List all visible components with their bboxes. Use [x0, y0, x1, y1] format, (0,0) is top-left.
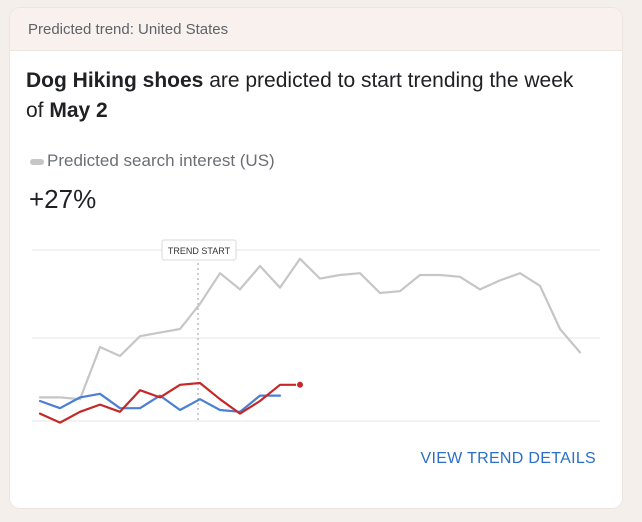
- series-end-point: [296, 380, 304, 389]
- legend-label: Predicted search interest (US): [47, 151, 275, 170]
- headline: Dog Hiking shoes are predicted to start …: [26, 66, 596, 126]
- change-value: +27%: [29, 184, 97, 214]
- series-line-2: [38, 257, 582, 401]
- legend-swatch: [30, 159, 44, 165]
- chart-legend: Predicted search interest (US): [30, 151, 275, 171]
- card-header: Predicted trend: United States: [10, 8, 622, 51]
- trend-card: Predicted trend: United States Dog Hikin…: [10, 8, 622, 508]
- trend-chart: TREND START: [32, 239, 600, 424]
- trend-start-label: TREND START: [168, 246, 231, 256]
- view-trend-details-button[interactable]: VIEW TREND DETAILS: [420, 450, 596, 468]
- card-title: Predicted trend: United States: [28, 20, 229, 38]
- headline-subject: Dog Hiking shoes: [26, 69, 204, 92]
- headline-date: May 2: [49, 99, 108, 122]
